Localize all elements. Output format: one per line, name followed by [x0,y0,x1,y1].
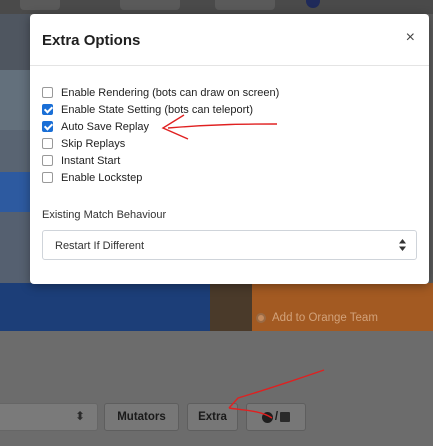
match-behaviour-label: Existing Match Behaviour [42,209,167,221]
option-auto-save-replay[interactable]: Auto Save Replay [42,118,279,135]
checkbox[interactable] [42,104,53,115]
checkbox[interactable] [42,138,53,149]
blue-team-area [0,283,210,331]
checkbox[interactable] [42,87,53,98]
match-select[interactable]: ⬍ [0,403,98,431]
panel-band [0,14,30,70]
rocket-league-icon [261,411,273,423]
bottom-toolbar: ⬍ Mutators Extra / [0,403,433,431]
extra-button[interactable]: Extra [187,403,238,431]
checkbox[interactable] [42,155,53,166]
blue-team-strip [0,172,30,212]
nav-chip [120,0,180,10]
launcher-button[interactable]: / [246,403,306,431]
add-to-orange-team[interactable]: Add to Orange Team [256,312,378,324]
option-enable-rendering[interactable]: Enable Rendering (bots can draw on scree… [42,84,279,101]
select-caret-icon [399,239,406,254]
option-skip-replays[interactable]: Skip Replays [42,135,279,152]
launcher-separator: / [274,411,279,423]
option-instant-start[interactable]: Instant Start [42,152,279,169]
match-behaviour-select[interactable]: Restart If Different [42,230,417,260]
option-label: Enable Rendering (bots can draw on scree… [61,86,280,99]
select-value: Restart If Different [55,240,145,252]
arena-image [210,283,252,331]
top-navbar [0,0,433,14]
options-list: Enable Rendering (bots can draw on scree… [42,84,279,186]
option-enable-lockstep[interactable]: Enable Lockstep [42,169,279,186]
steam-icon [280,412,291,422]
option-label: Enable State Setting (bots can teleport) [61,103,254,116]
left-panel-edge [0,14,30,314]
mutators-button[interactable]: Mutators [104,403,179,431]
checkbox[interactable] [42,172,53,183]
option-label: Enable Lockstep [61,171,143,184]
option-label: Skip Replays [61,137,126,150]
panel-band [0,70,30,130]
checkbox[interactable] [42,121,53,132]
modal-header: Extra Options × [30,14,429,66]
select-caret-icon: ⬍ [74,409,85,423]
extra-options-modal: Extra Options × Enable Rendering (bots c… [30,14,429,284]
nav-chip [215,0,275,10]
close-icon[interactable]: × [406,30,415,46]
nav-avatar [306,0,320,8]
option-label: Auto Save Replay [61,120,150,133]
add-to-orange-team-label: Add to Orange Team [272,312,378,324]
option-label: Instant Start [61,154,121,167]
add-circle-icon [256,313,266,323]
option-enable-state-setting[interactable]: Enable State Setting (bots can teleport) [42,101,279,118]
panel-band [0,130,30,174]
nav-chip [20,0,60,10]
modal-title: Extra Options [42,32,141,49]
